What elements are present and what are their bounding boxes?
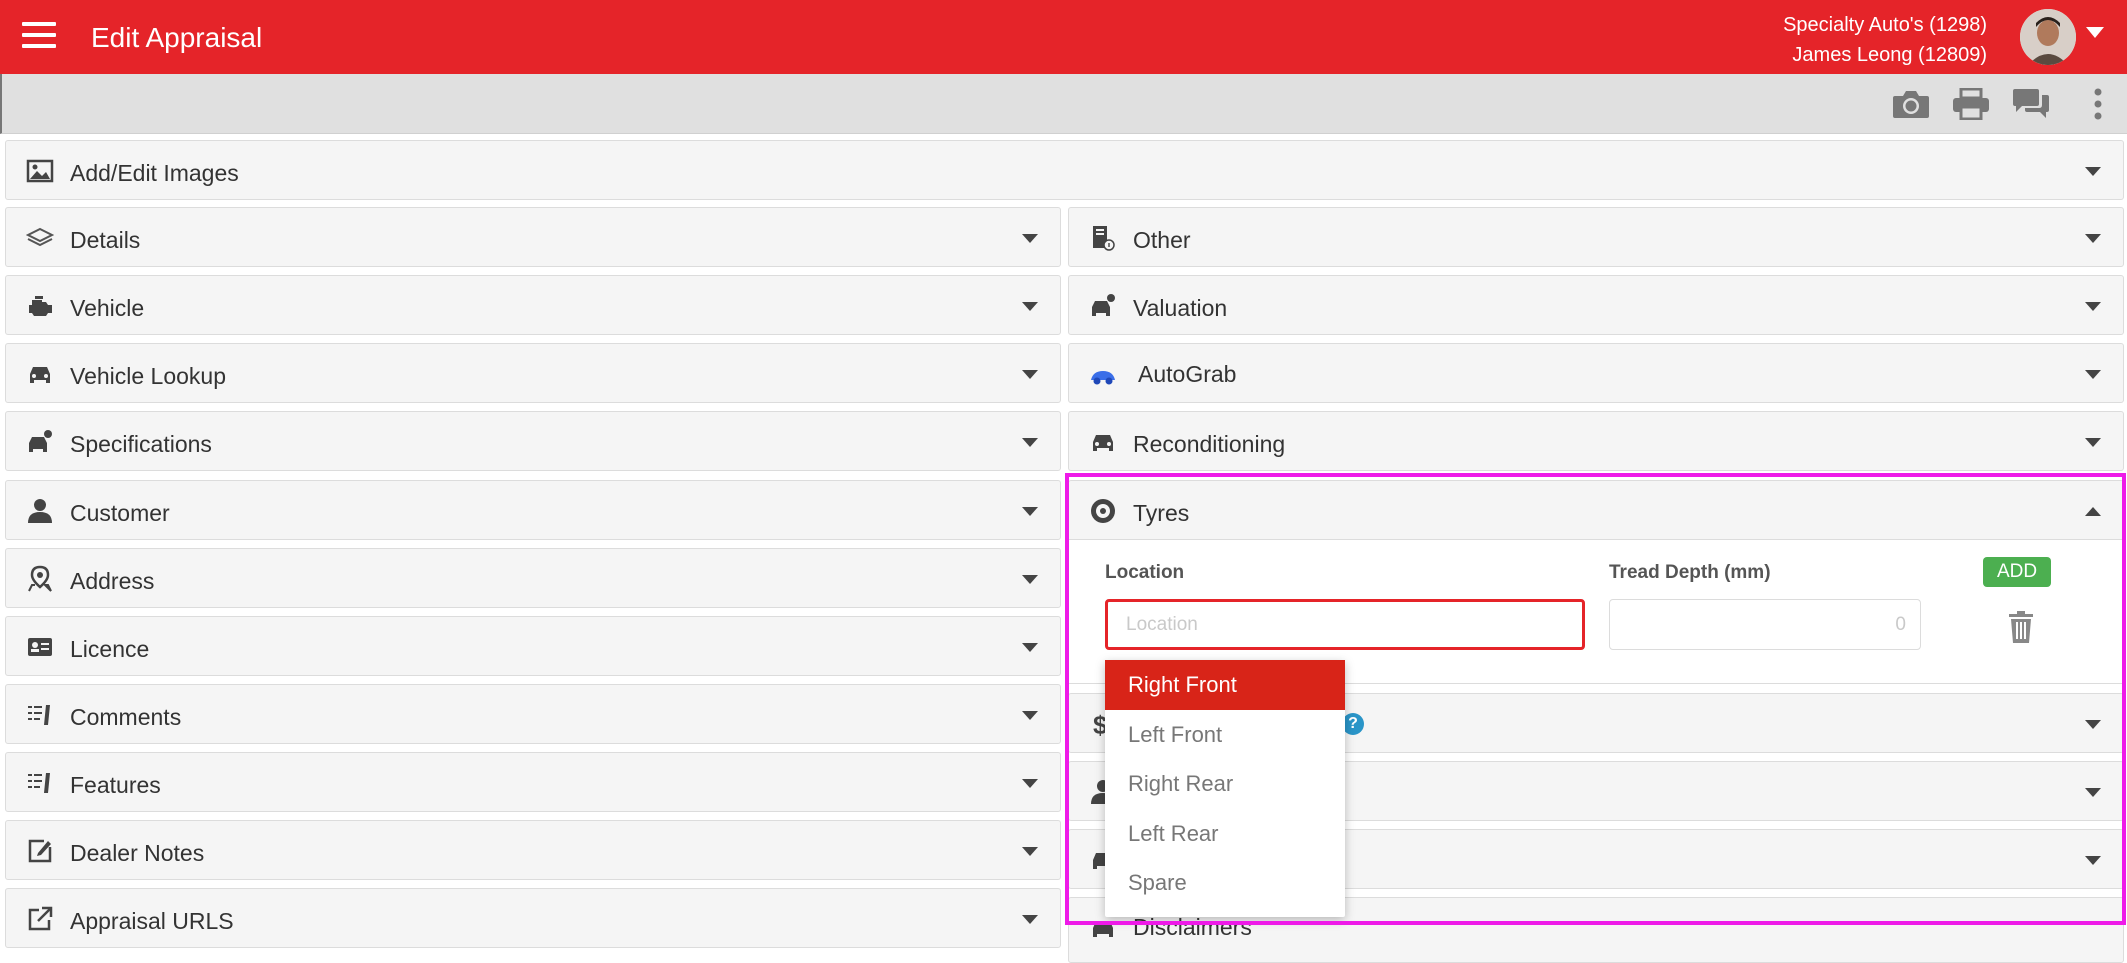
tyre-icon	[1091, 499, 1115, 523]
image-icon	[26, 159, 54, 183]
chevron-down-icon[interactable]	[2085, 167, 2101, 176]
person-icon	[28, 499, 52, 523]
document-info-icon	[1093, 226, 1115, 251]
action-toolbar	[0, 74, 2127, 134]
more-vert-icon[interactable]	[2078, 88, 2118, 120]
panel-label: Licence	[70, 636, 150, 662]
panel-valuation[interactable]: Valuation	[1068, 275, 2124, 335]
map-pin-icon	[28, 565, 52, 592]
location-label: Location	[1105, 562, 1185, 583]
chevron-down-icon[interactable]	[1022, 507, 1038, 516]
panel-label: Address	[70, 568, 155, 594]
panel-reconditioning[interactable]: Reconditioning	[1068, 411, 2124, 471]
layers-icon	[26, 227, 54, 247]
panel-label: Dealer Notes	[70, 840, 205, 866]
chevron-down-icon[interactable]	[1022, 370, 1038, 379]
autograb-logo-icon	[1091, 371, 1115, 385]
list-edit-icon	[28, 773, 50, 793]
location-dropdown: Right Front Left Front Right Rear Left R…	[1105, 660, 1345, 917]
car-icon	[1093, 435, 1113, 451]
panel-label: Appraisal URLS	[70, 908, 234, 934]
list-edit-icon	[28, 705, 50, 725]
menu-icon[interactable]	[22, 22, 56, 52]
panel-address[interactable]: Address	[5, 548, 1061, 608]
chevron-down-icon[interactable]	[1022, 234, 1038, 243]
chevron-down-icon[interactable]	[2086, 27, 2104, 38]
panel-label: Vehicle	[70, 295, 145, 321]
panel-customer[interactable]: Customer	[5, 480, 1061, 540]
panel-dealer-notes[interactable]: Dealer Notes	[5, 820, 1061, 880]
page-title: Edit Appraisal	[91, 22, 263, 53]
panel-licence[interactable]: Licence	[5, 616, 1061, 676]
panel-comments[interactable]: Comments	[5, 684, 1061, 744]
panel-vehicle-lookup[interactable]: Vehicle Lookup	[5, 343, 1061, 403]
dropdown-option-left-front[interactable]: Left Front	[1105, 710, 1345, 760]
car-settings-icon	[29, 430, 52, 452]
help-icon[interactable]: ?	[1342, 713, 1364, 735]
edit-note-icon	[28, 839, 52, 863]
car-icon	[1093, 921, 1113, 937]
panel-details[interactable]: Details	[5, 207, 1061, 267]
external-link-icon	[28, 906, 53, 931]
account-info[interactable]: Specialty Auto's (1298) James Leong (128…	[1783, 10, 1987, 70]
chevron-down-icon[interactable]	[1022, 643, 1038, 652]
app-header: Edit Appraisal Specialty Auto's (1298) J…	[0, 0, 2127, 74]
user-name: James Leong (12809)	[1792, 44, 1987, 66]
chevron-down-icon[interactable]	[1022, 847, 1038, 856]
add-tyre-button[interactable]: ADD	[1983, 557, 2051, 587]
chevron-down-icon[interactable]	[2085, 370, 2101, 379]
chevron-down-icon[interactable]	[2085, 788, 2101, 797]
panel-label: Features	[70, 772, 161, 798]
panel-specifications[interactable]: Specifications	[5, 411, 1061, 471]
panel-label: Other	[1133, 227, 1191, 253]
chevron-down-icon[interactable]	[2085, 856, 2101, 865]
tread-depth-label: Tread Depth (mm)	[1609, 562, 1771, 583]
id-card-icon	[28, 638, 52, 656]
panel-label: Valuation	[1133, 295, 1228, 321]
printer-icon[interactable]	[1951, 88, 1991, 120]
panel-label: Customer	[70, 500, 170, 526]
panel-other[interactable]: Other	[1068, 207, 2124, 267]
panel-add-edit-images[interactable]: Add/Edit Images	[5, 140, 2124, 200]
panel-label: Add/Edit Images	[70, 160, 239, 186]
camera-icon[interactable]	[1891, 88, 1931, 120]
panel-tyres[interactable]: Tyres	[1068, 480, 2124, 540]
dealer-name: Specialty Auto's (1298)	[1783, 14, 1987, 36]
chevron-down-icon[interactable]	[2085, 438, 2101, 447]
chevron-down-icon[interactable]	[1022, 575, 1038, 584]
chevron-down-icon[interactable]	[1022, 302, 1038, 311]
dropdown-option-spare[interactable]: Spare	[1105, 858, 1345, 908]
engine-icon	[29, 296, 52, 316]
chevron-down-icon[interactable]	[1022, 438, 1038, 447]
panel-features[interactable]: Features	[5, 752, 1061, 812]
panel-label: Reconditioning	[1133, 431, 1286, 457]
panel-autograb[interactable]: AutoGrab	[1068, 343, 2124, 403]
dropdown-option-left-rear[interactable]: Left Rear	[1105, 809, 1345, 859]
chevron-down-icon[interactable]	[1022, 711, 1038, 720]
dropdown-option-right-rear[interactable]: Right Rear	[1105, 759, 1345, 809]
chevron-down-icon[interactable]	[1022, 779, 1038, 788]
chevron-down-icon[interactable]	[1022, 915, 1038, 924]
panel-label: AutoGrab	[1138, 361, 1237, 387]
panel-label: Tyres	[1133, 500, 1190, 526]
panel-label: Details	[70, 227, 141, 253]
chevron-down-icon[interactable]	[2085, 234, 2101, 243]
location-input[interactable]	[1105, 599, 1585, 650]
panel-vehicle[interactable]: Vehicle	[5, 275, 1061, 335]
chat-icon[interactable]	[2011, 88, 2051, 120]
chevron-down-icon[interactable]	[2085, 720, 2101, 729]
panel-appraisal-urls[interactable]: Appraisal URLS	[5, 888, 1061, 948]
panel-label: Comments	[70, 704, 182, 730]
tread-depth-input[interactable]	[1609, 599, 1921, 650]
panel-label: Disclaimers	[1133, 914, 1252, 940]
car-icon	[30, 367, 50, 383]
panel-label: Vehicle Lookup	[70, 363, 227, 389]
dropdown-option-right-front[interactable]: Right Front	[1105, 660, 1345, 710]
panel-label: Specifications	[70, 431, 212, 457]
chevron-up-icon[interactable]	[2085, 507, 2101, 516]
car-settings-icon	[1092, 294, 1115, 316]
chevron-down-icon[interactable]	[2085, 302, 2101, 311]
trash-icon[interactable]	[2007, 610, 2035, 644]
avatar[interactable]	[2020, 9, 2076, 65]
